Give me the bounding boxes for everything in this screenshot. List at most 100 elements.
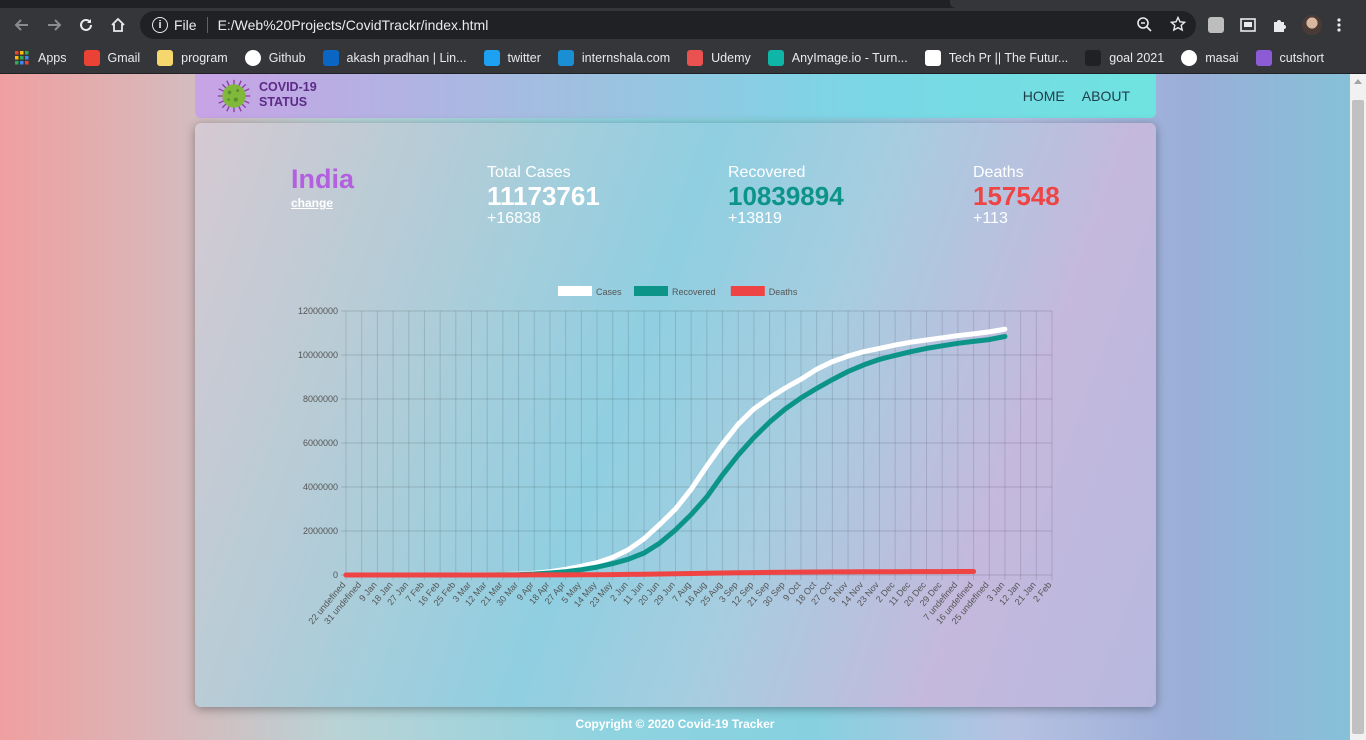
bookmark-akash-pradhan-lin[interactable]: akash pradhan | Lin... — [322, 49, 467, 66]
bookmark-program[interactable]: program — [157, 49, 228, 66]
bookmark-masai[interactable]: masai — [1181, 49, 1239, 66]
puzzle-icon — [1274, 20, 1286, 32]
legend-swatch-deaths — [730, 286, 765, 296]
y-tick-label: 4000000 — [303, 482, 338, 492]
y-tick-label: 12000000 — [298, 306, 338, 316]
scrollbar-thumb[interactable] — [1352, 100, 1364, 734]
bookmarks-bar: Apps Gmail program Github akash pradhan | Li… — [0, 42, 1366, 74]
bookmark-label: goal 2021 — [1109, 50, 1165, 65]
forward-button[interactable] — [38, 9, 70, 41]
recovered-delta: +13819 — [728, 210, 782, 227]
site-navbar: COVID-19 STATUS HOME ABOUT — [195, 74, 1156, 118]
zoom-icon[interactable] — [1136, 16, 1152, 32]
bookmark-star-icon[interactable] — [1170, 16, 1186, 32]
extension-icon — [1208, 17, 1224, 33]
gmail-icon — [83, 49, 100, 66]
deaths-value: 157548 — [973, 181, 1060, 211]
change-country-link[interactable]: change — [291, 196, 354, 210]
url-text[interactable]: E:/Web%20Projects/CovidTrackr/index.html — [218, 17, 489, 33]
scroll-up-arrow[interactable] — [1354, 79, 1362, 84]
bookmark-github[interactable]: Github — [244, 49, 306, 66]
anyimage-icon — [767, 49, 784, 66]
country-name: India — [291, 164, 355, 194]
reload-button[interactable] — [70, 9, 102, 41]
nav-about-link[interactable]: ABOUT — [1082, 88, 1130, 104]
legend-label-recovered: Recovered — [672, 287, 716, 297]
address-bar[interactable]: i File E:/Web%20Projects/CovidTrackr/ind… — [140, 11, 1196, 39]
bookmark-label: Tech Pr || The Futur... — [948, 50, 1069, 65]
legend-swatch-cases — [558, 286, 592, 296]
omnibox-actions — [1136, 16, 1186, 32]
y-tick-label: 0 — [333, 570, 338, 580]
bookmark-cutshort[interactable]: cutshort — [1255, 49, 1325, 66]
legend-label-cases: Cases — [596, 287, 622, 297]
bookmark-goal-2021[interactable]: goal 2021 — [1085, 49, 1165, 66]
legend-swatch-recovered — [634, 286, 668, 296]
deaths-stat: Deaths 157548 +113 — [973, 164, 1060, 228]
tab-manager-icon — [1240, 18, 1256, 32]
bookmark-twitter[interactable]: twitter — [483, 49, 541, 66]
brand-line-2: STATUS — [259, 95, 308, 109]
home-button[interactable] — [102, 9, 134, 41]
menu-button[interactable] — [1336, 8, 1342, 42]
legend-label-deaths: Deaths — [769, 287, 798, 297]
bookmark-udemy[interactable]: Udemy — [687, 49, 751, 66]
kebab-menu-icon — [1337, 18, 1341, 32]
site-info-icon[interactable]: i — [152, 17, 168, 33]
bookmark-label: masai — [1205, 50, 1239, 65]
stats-card: India change Total Cases 11173761 +16838… — [195, 123, 1156, 707]
brand-title[interactable]: COVID-19 STATUS — [259, 80, 317, 110]
bookmark-gmail[interactable]: Gmail — [83, 49, 141, 66]
y-tick-label: 8000000 — [303, 394, 338, 404]
bookmark-label: AnyImage.io - Turn... — [791, 50, 908, 65]
browser-tab-strip — [0, 0, 1366, 8]
reload-icon — [80, 18, 92, 31]
extensions-button[interactable] — [1271, 8, 1287, 42]
bookmark-label: Gmail — [107, 50, 141, 65]
udemy-icon — [687, 49, 704, 66]
forward-arrow-icon — [48, 19, 62, 31]
bookmark-apps[interactable]: Apps — [14, 50, 67, 66]
bookmark-label: akash pradhan | Lin... — [346, 50, 467, 65]
recovered-label: Recovered — [728, 164, 806, 181]
bookmark-label: Github — [268, 50, 306, 65]
back-arrow-icon — [14, 19, 28, 31]
bookmark-tech-pr-the-futur[interactable]: Tech Pr || The Futur... — [924, 49, 1069, 66]
home-icon — [111, 17, 125, 32]
bookmark-label: twitter — [507, 50, 541, 65]
url-separator — [206, 17, 208, 33]
page-viewport: COVID-19 STATUS HOME ABOUT India change … — [0, 74, 1350, 740]
avatar — [1302, 15, 1322, 35]
back-button[interactable] — [6, 9, 38, 41]
globe-icon — [1181, 49, 1198, 66]
bookmark-label: Apps — [38, 50, 67, 65]
profile-button[interactable] — [1302, 8, 1322, 42]
recovered-stat: Recovered 10839894 +13819 — [728, 164, 844, 228]
nav-home-link[interactable]: HOME — [1023, 88, 1065, 104]
internshala-icon — [557, 49, 574, 66]
browser-tab[interactable] — [950, 0, 1366, 8]
extension-1[interactable] — [1208, 8, 1224, 42]
goal-icon — [1085, 49, 1102, 66]
page-icon — [924, 49, 941, 66]
bookmark-internshala-com[interactable]: internshala.com — [557, 49, 671, 66]
total-cases-stat: Total Cases 11173761 +16838 — [487, 164, 600, 228]
twitter-icon — [483, 49, 500, 66]
github-icon — [244, 49, 261, 66]
bookmark-label: cutshort — [1279, 50, 1325, 65]
bookmark-anyimage-io-turn[interactable]: AnyImage.io - Turn... — [767, 49, 908, 66]
y-tick-label: 6000000 — [303, 438, 338, 448]
y-tick-label: 2000000 — [303, 526, 338, 536]
page-scrollbar[interactable] — [1350, 74, 1366, 740]
browser-toolbar: i File E:/Web%20Projects/CovidTrackr/ind… — [0, 8, 1366, 42]
recovered-value: 10839894 — [728, 181, 844, 211]
total-cases-delta: +16838 — [487, 210, 541, 227]
extension-2[interactable] — [1240, 8, 1256, 42]
deaths-delta: +113 — [973, 210, 1008, 227]
total-cases-label: Total Cases — [487, 164, 571, 181]
nav-links: HOME ABOUT — [1023, 88, 1130, 104]
apps-grid-icon — [14, 50, 30, 66]
linkedin-icon — [322, 49, 339, 66]
bookmark-label: internshala.com — [581, 50, 671, 65]
deaths-label: Deaths — [973, 164, 1024, 181]
